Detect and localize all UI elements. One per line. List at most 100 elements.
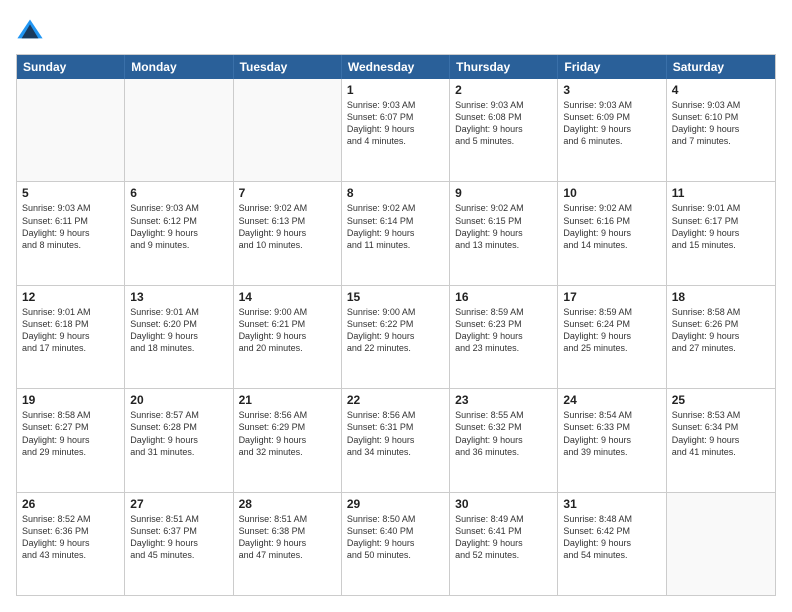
- day-info: Sunrise: 9:02 AM Sunset: 6:13 PM Dayligh…: [239, 202, 336, 251]
- day-cell-12: 12 Sunrise: 9:01 AM Sunset: 6:18 PM Dayli…: [17, 286, 125, 388]
- page: SundayMondayTuesdayWednesdayThursdayFrid…: [0, 0, 792, 612]
- logo-icon: [16, 16, 44, 44]
- day-cell-6: 6 Sunrise: 9:03 AM Sunset: 6:12 PM Daylig…: [125, 182, 233, 284]
- empty-cell-0-2: [234, 79, 342, 181]
- day-number: 24: [563, 393, 660, 407]
- day-info: Sunrise: 8:55 AM Sunset: 6:32 PM Dayligh…: [455, 409, 552, 458]
- day-cell-3: 3 Sunrise: 9:03 AM Sunset: 6:09 PM Daylig…: [558, 79, 666, 181]
- day-cell-15: 15 Sunrise: 9:00 AM Sunset: 6:22 PM Dayli…: [342, 286, 450, 388]
- day-number: 15: [347, 290, 444, 304]
- day-info: Sunrise: 9:00 AM Sunset: 6:22 PM Dayligh…: [347, 306, 444, 355]
- day-cell-13: 13 Sunrise: 9:01 AM Sunset: 6:20 PM Dayli…: [125, 286, 233, 388]
- day-number: 7: [239, 186, 336, 200]
- calendar-header: SundayMondayTuesdayWednesdayThursdayFrid…: [17, 55, 775, 79]
- day-cell-19: 19 Sunrise: 8:58 AM Sunset: 6:27 PM Dayli…: [17, 389, 125, 491]
- day-info: Sunrise: 9:02 AM Sunset: 6:16 PM Dayligh…: [563, 202, 660, 251]
- day-info: Sunrise: 8:56 AM Sunset: 6:29 PM Dayligh…: [239, 409, 336, 458]
- day-number: 3: [563, 83, 660, 97]
- day-cell-5: 5 Sunrise: 9:03 AM Sunset: 6:11 PM Daylig…: [17, 182, 125, 284]
- day-info: Sunrise: 8:58 AM Sunset: 6:27 PM Dayligh…: [22, 409, 119, 458]
- day-info: Sunrise: 8:48 AM Sunset: 6:42 PM Dayligh…: [563, 513, 660, 562]
- day-cell-31: 31 Sunrise: 8:48 AM Sunset: 6:42 PM Dayli…: [558, 493, 666, 595]
- header: [16, 16, 776, 44]
- day-info: Sunrise: 9:03 AM Sunset: 6:08 PM Dayligh…: [455, 99, 552, 148]
- day-cell-29: 29 Sunrise: 8:50 AM Sunset: 6:40 PM Dayli…: [342, 493, 450, 595]
- day-info: Sunrise: 9:03 AM Sunset: 6:10 PM Dayligh…: [672, 99, 770, 148]
- day-info: Sunrise: 9:03 AM Sunset: 6:12 PM Dayligh…: [130, 202, 227, 251]
- day-info: Sunrise: 8:56 AM Sunset: 6:31 PM Dayligh…: [347, 409, 444, 458]
- header-day-thursday: Thursday: [450, 55, 558, 79]
- day-info: Sunrise: 9:02 AM Sunset: 6:14 PM Dayligh…: [347, 202, 444, 251]
- day-number: 26: [22, 497, 119, 511]
- day-cell-27: 27Sunrise: 8:51 AM Sunset: 6:37 PM Dayli…: [125, 493, 233, 595]
- day-cell-24: 24Sunrise: 8:54 AM Sunset: 6:33 PM Dayli…: [558, 389, 666, 491]
- day-cell-22: 22 Sunrise: 8:56 AM Sunset: 6:31 PM Dayli…: [342, 389, 450, 491]
- day-info: Sunrise: 9:01 AM Sunset: 6:20 PM Dayligh…: [130, 306, 227, 355]
- day-cell-30: 30Sunrise: 8:49 AM Sunset: 6:41 PM Dayli…: [450, 493, 558, 595]
- empty-cell-0-0: [17, 79, 125, 181]
- day-cell-17: 17Sunrise: 8:59 AM Sunset: 6:24 PM Dayli…: [558, 286, 666, 388]
- empty-cell-4-6: [667, 493, 775, 595]
- day-cell-28: 28Sunrise: 8:51 AM Sunset: 6:38 PM Dayli…: [234, 493, 342, 595]
- day-number: 20: [130, 393, 227, 407]
- day-cell-7: 7 Sunrise: 9:02 AM Sunset: 6:13 PM Daylig…: [234, 182, 342, 284]
- day-number: 21: [239, 393, 336, 407]
- day-cell-9: 9 Sunrise: 9:02 AM Sunset: 6:15 PM Daylig…: [450, 182, 558, 284]
- day-info: Sunrise: 8:59 AM Sunset: 6:24 PM Dayligh…: [563, 306, 660, 355]
- day-info: Sunrise: 8:51 AM Sunset: 6:37 PM Dayligh…: [130, 513, 227, 562]
- day-number: 31: [563, 497, 660, 511]
- header-day-tuesday: Tuesday: [234, 55, 342, 79]
- day-number: 1: [347, 83, 444, 97]
- day-number: 18: [672, 290, 770, 304]
- day-cell-8: 8 Sunrise: 9:02 AM Sunset: 6:14 PM Daylig…: [342, 182, 450, 284]
- day-info: Sunrise: 8:59 AM Sunset: 6:23 PM Dayligh…: [455, 306, 552, 355]
- day-number: 2: [455, 83, 552, 97]
- day-info: Sunrise: 8:52 AM Sunset: 6:36 PM Dayligh…: [22, 513, 119, 562]
- day-number: 8: [347, 186, 444, 200]
- day-info: Sunrise: 8:50 AM Sunset: 6:40 PM Dayligh…: [347, 513, 444, 562]
- day-number: 5: [22, 186, 119, 200]
- day-number: 9: [455, 186, 552, 200]
- day-number: 10: [563, 186, 660, 200]
- day-number: 11: [672, 186, 770, 200]
- day-info: Sunrise: 9:01 AM Sunset: 6:17 PM Dayligh…: [672, 202, 770, 251]
- day-number: 23: [455, 393, 552, 407]
- calendar-row-4: 26 Sunrise: 8:52 AM Sunset: 6:36 PM Dayli…: [17, 492, 775, 595]
- day-number: 29: [347, 497, 444, 511]
- calendar: SundayMondayTuesdayWednesdayThursdayFrid…: [16, 54, 776, 596]
- calendar-body: 1 Sunrise: 9:03 AM Sunset: 6:07 PM Daylig…: [17, 79, 775, 595]
- day-cell-11: 11 Sunrise: 9:01 AM Sunset: 6:17 PM Dayli…: [667, 182, 775, 284]
- header-day-monday: Monday: [125, 55, 233, 79]
- day-info: Sunrise: 9:03 AM Sunset: 6:11 PM Dayligh…: [22, 202, 119, 251]
- day-number: 6: [130, 186, 227, 200]
- day-number: 13: [130, 290, 227, 304]
- header-day-sunday: Sunday: [17, 55, 125, 79]
- day-cell-10: 10 Sunrise: 9:02 AM Sunset: 6:16 PM Dayli…: [558, 182, 666, 284]
- day-number: 16: [455, 290, 552, 304]
- header-day-saturday: Saturday: [667, 55, 775, 79]
- calendar-row-2: 12 Sunrise: 9:01 AM Sunset: 6:18 PM Dayli…: [17, 285, 775, 388]
- day-number: 4: [672, 83, 770, 97]
- day-info: Sunrise: 8:49 AM Sunset: 6:41 PM Dayligh…: [455, 513, 552, 562]
- day-info: Sunrise: 9:01 AM Sunset: 6:18 PM Dayligh…: [22, 306, 119, 355]
- day-info: Sunrise: 9:00 AM Sunset: 6:21 PM Dayligh…: [239, 306, 336, 355]
- day-cell-21: 21 Sunrise: 8:56 AM Sunset: 6:29 PM Dayli…: [234, 389, 342, 491]
- day-cell-14: 14Sunrise: 9:00 AM Sunset: 6:21 PM Dayli…: [234, 286, 342, 388]
- day-cell-1: 1 Sunrise: 9:03 AM Sunset: 6:07 PM Daylig…: [342, 79, 450, 181]
- day-info: Sunrise: 8:58 AM Sunset: 6:26 PM Dayligh…: [672, 306, 770, 355]
- day-info: Sunrise: 9:03 AM Sunset: 6:09 PM Dayligh…: [563, 99, 660, 148]
- day-number: 22: [347, 393, 444, 407]
- day-info: Sunrise: 8:51 AM Sunset: 6:38 PM Dayligh…: [239, 513, 336, 562]
- logo: [16, 16, 50, 44]
- day-number: 12: [22, 290, 119, 304]
- day-info: Sunrise: 9:02 AM Sunset: 6:15 PM Dayligh…: [455, 202, 552, 251]
- day-cell-23: 23 Sunrise: 8:55 AM Sunset: 6:32 PM Dayli…: [450, 389, 558, 491]
- day-info: Sunrise: 8:53 AM Sunset: 6:34 PM Dayligh…: [672, 409, 770, 458]
- day-info: Sunrise: 9:03 AM Sunset: 6:07 PM Dayligh…: [347, 99, 444, 148]
- day-cell-18: 18 Sunrise: 8:58 AM Sunset: 6:26 PM Dayli…: [667, 286, 775, 388]
- calendar-row-3: 19 Sunrise: 8:58 AM Sunset: 6:27 PM Dayli…: [17, 388, 775, 491]
- day-number: 19: [22, 393, 119, 407]
- day-cell-20: 20Sunrise: 8:57 AM Sunset: 6:28 PM Dayli…: [125, 389, 233, 491]
- empty-cell-0-1: [125, 79, 233, 181]
- day-number: 25: [672, 393, 770, 407]
